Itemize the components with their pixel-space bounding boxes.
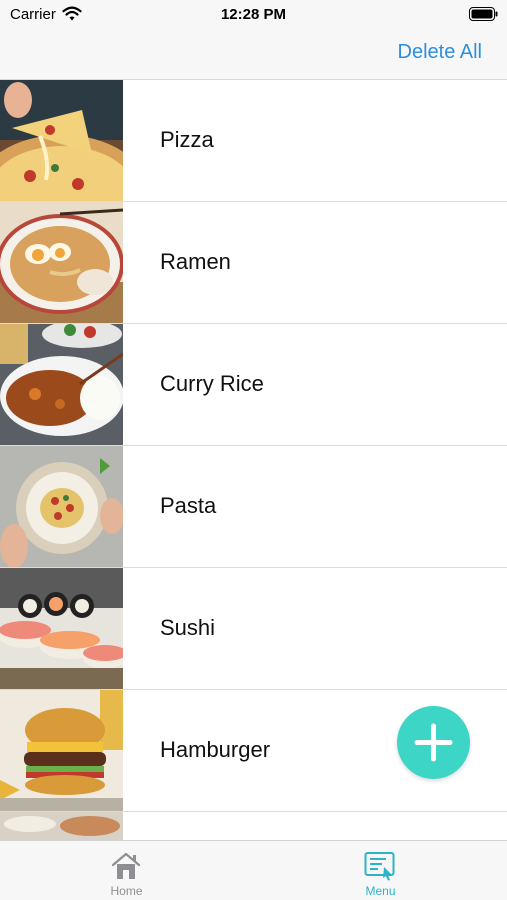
item-label: Pasta bbox=[160, 493, 217, 518]
navigation-bar: Delete All bbox=[0, 30, 507, 80]
tab-home[interactable]: Home bbox=[0, 841, 253, 900]
curry-rice-photo bbox=[0, 324, 123, 445]
home-icon bbox=[111, 852, 141, 879]
item-label: Hamburger bbox=[160, 737, 271, 762]
status-bar: Carrier 12:28 PM bbox=[0, 0, 507, 30]
list-item[interactable]: Pasta bbox=[0, 446, 507, 568]
item-label: Ramen bbox=[160, 249, 231, 274]
pizza-photo bbox=[0, 80, 123, 201]
ramen-photo bbox=[0, 202, 123, 323]
list-item[interactable]: Pizza bbox=[0, 80, 507, 202]
list-item[interactable]: Sushi bbox=[0, 568, 507, 690]
partial-photo bbox=[0, 812, 123, 840]
list-item[interactable] bbox=[0, 812, 507, 840]
list-item[interactable]: Curry Rice bbox=[0, 324, 507, 446]
pasta-photo bbox=[0, 446, 123, 567]
list-item[interactable]: Ramen bbox=[0, 202, 507, 324]
menu-icon bbox=[364, 852, 395, 881]
battery-icon bbox=[469, 7, 498, 21]
tab-menu[interactable]: Menu bbox=[254, 841, 507, 900]
item-label: Curry Rice bbox=[160, 371, 264, 396]
hamburger-photo bbox=[0, 690, 123, 811]
sushi-photo bbox=[0, 568, 123, 689]
tab-home-label: Home bbox=[110, 884, 143, 898]
tab-menu-label: Menu bbox=[365, 884, 396, 898]
item-label: Sushi bbox=[160, 615, 216, 640]
add-item-button[interactable] bbox=[397, 706, 470, 779]
tab-bar: Home Menu bbox=[0, 840, 507, 900]
item-label: Pizza bbox=[160, 127, 214, 152]
delete-all-button[interactable]: Delete All bbox=[398, 41, 483, 64]
plus-icon bbox=[414, 723, 453, 762]
status-time: 12:28 PM bbox=[220, 6, 287, 23]
